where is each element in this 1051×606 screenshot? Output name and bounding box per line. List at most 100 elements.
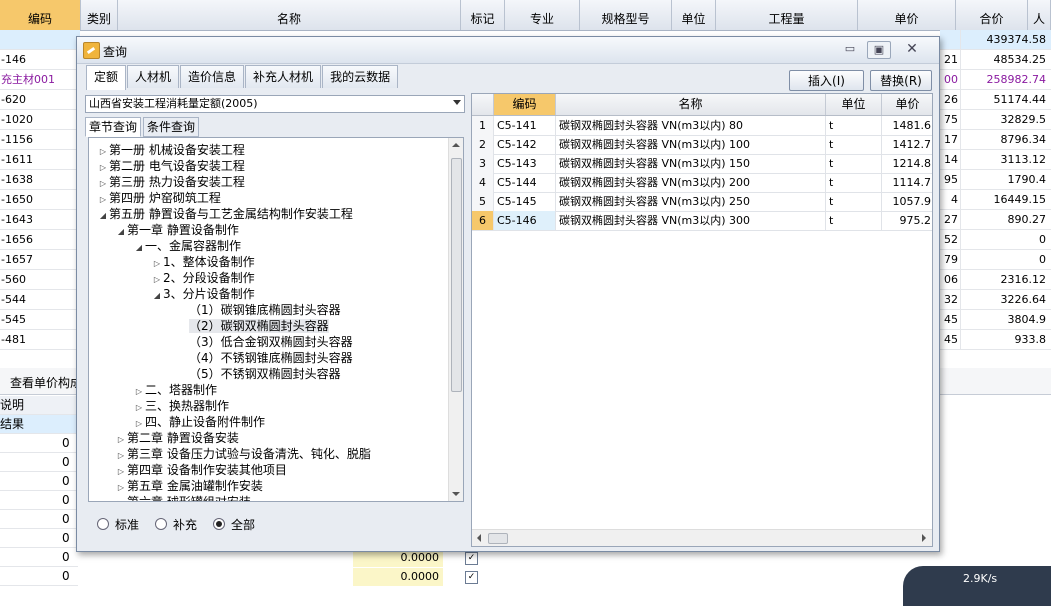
chevron-down-icon[interactable] <box>453 100 461 105</box>
main-grid-code-cell[interactable]: -146 <box>0 50 80 70</box>
tree-node[interactable]: ◢ 一、金属容器制作 <box>133 238 241 254</box>
cell-name[interactable]: 碳钢双椭圆封头容器 VN(m3以内) 80 <box>556 116 826 135</box>
radio-dot-icon[interactable] <box>97 518 109 530</box>
tab-quota[interactable]: 定额 <box>86 65 127 90</box>
cell-name[interactable]: 碳钢双椭圆封头容器 VN(m3以内) 300 <box>556 211 826 230</box>
cell-price[interactable]: 1412.7 <box>882 135 932 154</box>
table-row[interactable]: 4 C5-144 碳钢双椭圆封头容器 VN(m3以内) 200 t 1114.7 <box>472 173 932 193</box>
replace-button[interactable]: 替换(R) <box>870 70 932 91</box>
cell-price[interactable]: 1057.9 <box>882 192 932 211</box>
tree-node[interactable]: ▷ 第一册 机械设备安装工程 <box>97 142 245 158</box>
tree-node[interactable]: ▷ 二、塔器制作 <box>133 382 217 398</box>
dialog-titlebar[interactable]: 查询 ▭ ▣ ✕ <box>77 37 939 64</box>
insert-button[interactable]: 插入(I) <box>789 70 864 91</box>
main-grid-column-header[interactable]: 人 <box>1028 0 1051 30</box>
main-grid-code-cell[interactable]: -481 <box>0 330 80 350</box>
maximize-icon[interactable]: ▣ <box>867 41 891 59</box>
tree-node[interactable]: ▷ 第二册 电气设备安装工程 <box>97 158 245 174</box>
main-grid-code-cell[interactable]: 充主材001 <box>0 70 80 90</box>
cell-code[interactable]: C5-144 <box>494 173 556 192</box>
main-grid-code-cell[interactable]: -1020 <box>0 110 80 130</box>
scroll-down-icon[interactable] <box>452 492 460 496</box>
quantity-cell[interactable]: 0.0000 <box>353 568 443 586</box>
column-header-unit[interactable]: 单位 <box>826 94 882 115</box>
main-grid-code-cell[interactable]: -1656 <box>0 230 80 250</box>
column-header-price[interactable]: 单价 <box>882 94 932 115</box>
main-grid-code-cell[interactable] <box>0 30 80 50</box>
main-grid-column-header[interactable]: 工程量 <box>716 0 858 30</box>
tree-node[interactable]: （4）不锈钢锥底椭圆封头容器 <box>177 350 353 366</box>
main-grid-code-cell[interactable]: -620 <box>0 90 80 110</box>
main-grid-column-header[interactable]: 编码 <box>0 0 81 30</box>
scroll-thumb[interactable] <box>488 533 508 544</box>
tree-vertical-scrollbar[interactable] <box>448 138 463 501</box>
scroll-left-icon[interactable] <box>477 534 481 542</box>
main-grid-column-header[interactable]: 名称 <box>118 0 461 30</box>
main-grid-code-cell[interactable]: -1638 <box>0 170 80 190</box>
tree-node[interactable]: ◢ 3、分片设备制作 <box>151 286 255 302</box>
row-checkbox[interactable]: ✓ <box>465 552 478 565</box>
grid-horizontal-scrollbar[interactable] <box>472 529 932 546</box>
tree-node[interactable]: ▷ 三、换热器制作 <box>133 398 229 414</box>
tree-node[interactable]: ▷第六章 球形罐组对安装 <box>115 494 251 501</box>
main-grid-column-header[interactable]: 专业 <box>505 0 580 30</box>
main-grid-column-header[interactable]: 合价 <box>956 0 1028 30</box>
collapse-arrow-icon[interactable]: ◢ <box>115 224 127 240</box>
tree-node[interactable]: ▷ 第四章 设备制作安装其他项目 <box>115 462 287 478</box>
table-row[interactable]: 1 C5-141 碳钢双椭圆封头容器 VN(m3以内) 80 t 1481.6 <box>472 116 932 136</box>
cell-unit[interactable]: t <box>826 135 882 154</box>
collapse-arrow-icon[interactable]: ◢ <box>133 240 145 256</box>
tree-node[interactable]: （5）不锈钢双椭圆封头容器 <box>177 366 341 382</box>
tree-node[interactable]: （2）碳钢双椭圆封头容器 <box>177 318 329 334</box>
main-grid-column-header[interactable]: 标记 <box>461 0 505 30</box>
tab-condition-query[interactable]: 条件查询 <box>143 117 200 137</box>
cell-code[interactable]: C5-143 <box>494 154 556 173</box>
main-grid-code-cell[interactable]: -560 <box>0 270 80 290</box>
cell-price[interactable]: 1481.6 <box>882 116 932 135</box>
filter-radio[interactable]: 标准 <box>97 515 139 533</box>
main-grid-code-cell[interactable]: -1650 <box>0 190 80 210</box>
main-grid-column-header[interactable]: 规格型号 <box>580 0 672 30</box>
cell-unit[interactable]: t <box>826 192 882 211</box>
tab-chapter-query[interactable]: 章节查询 <box>85 117 142 137</box>
main-grid-code-cell[interactable]: -1156 <box>0 130 80 150</box>
quota-library-select[interactable]: 山西省安装工程消耗量定额(2005) <box>85 95 465 113</box>
filter-radio[interactable]: 补充 <box>155 515 197 533</box>
scroll-up-icon[interactable] <box>452 143 460 147</box>
cell-name[interactable]: 碳钢双椭圆封头容器 VN(m3以内) 200 <box>556 173 826 192</box>
tab-supplement-lmm[interactable]: 补充人材机 <box>245 65 322 88</box>
row-checkbox[interactable]: ✓ <box>465 571 478 584</box>
tab-unit-price-breakdown[interactable]: 查看单价构成 <box>10 374 82 391</box>
cell-name[interactable]: 碳钢双椭圆封头容器 VN(m3以内) 150 <box>556 154 826 173</box>
expand-arrow-icon[interactable]: ▷ <box>115 496 127 501</box>
tree-node[interactable]: ▷ 第五章 金属油罐制作安装 <box>115 478 263 494</box>
main-grid-column-header[interactable]: 单位 <box>672 0 716 30</box>
cell-code[interactable]: C5-142 <box>494 135 556 154</box>
table-row[interactable]: 5 C5-145 碳钢双椭圆封头容器 VN(m3以内) 250 t 1057.9 <box>472 192 932 212</box>
cell-code[interactable]: C5-145 <box>494 192 556 211</box>
main-grid-code-cell[interactable]: -1657 <box>0 250 80 270</box>
main-grid-column-header[interactable]: 单价 <box>858 0 956 30</box>
cell-unit[interactable]: t <box>826 154 882 173</box>
main-grid-code-cell[interactable]: -544 <box>0 290 80 310</box>
cell-code[interactable]: C5-141 <box>494 116 556 135</box>
scroll-right-icon[interactable] <box>922 534 926 542</box>
column-header-name[interactable]: 名称 <box>556 94 826 115</box>
collapse-arrow-icon[interactable]: ◢ <box>151 288 163 304</box>
close-icon[interactable]: ✕ <box>901 41 923 57</box>
cell-name[interactable]: 碳钢双椭圆封头容器 VN(m3以内) 100 <box>556 135 826 154</box>
cell-name[interactable]: 碳钢双椭圆封头容器 VN(m3以内) 250 <box>556 192 826 211</box>
cell-code[interactable]: C5-146 <box>494 211 556 230</box>
tree-node[interactable]: ◢ 第一章 静置设备制作 <box>115 222 239 238</box>
table-row[interactable]: 3 C5-143 碳钢双椭圆封头容器 VN(m3以内) 150 t 1214.8 <box>472 154 932 174</box>
main-grid-code-cell[interactable]: -1611 <box>0 150 80 170</box>
tab-my-cloud-data[interactable]: 我的云数据 <box>322 65 399 88</box>
tree-node[interactable]: ▷ 第二章 静置设备安装 <box>115 430 239 446</box>
cell-unit[interactable]: t <box>826 173 882 192</box>
filter-radio[interactable]: 全部 <box>213 515 255 533</box>
cell-price[interactable]: 975.2 <box>882 211 932 230</box>
cell-unit[interactable]: t <box>826 116 882 135</box>
table-row[interactable]: 2 C5-142 碳钢双椭圆封头容器 VN(m3以内) 100 t 1412.7 <box>472 135 932 155</box>
tree-node[interactable]: ▷ 第四册 炉窑砌筑工程 <box>97 190 221 206</box>
tree-node[interactable]: ▷ 2、分段设备制作 <box>151 270 255 286</box>
